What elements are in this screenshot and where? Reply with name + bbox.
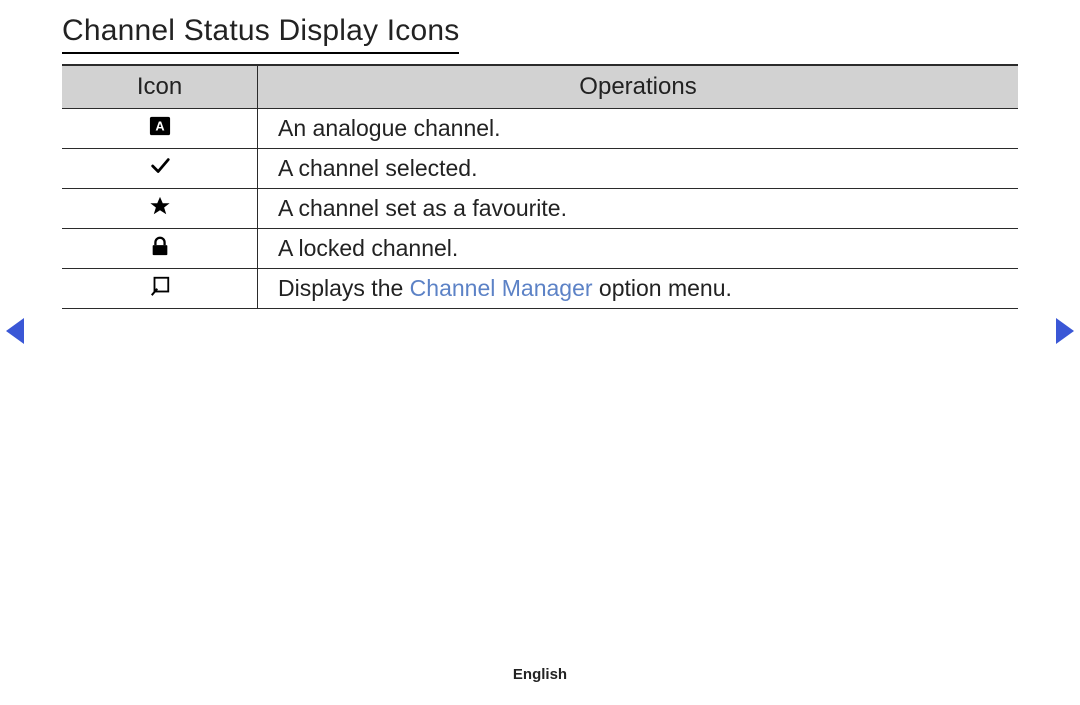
operation-cell: A channel selected. <box>258 149 1018 188</box>
language-label: English <box>0 666 1080 683</box>
table-row: A An analogue channel. <box>62 109 1018 149</box>
analogue-a-icon: A <box>149 117 171 134</box>
option-menu-icon <box>149 277 171 294</box>
operation-text: option menu. <box>593 275 732 301</box>
operation-cell: Displays the Channel Manager option menu… <box>258 269 1018 308</box>
table-row: A channel set as a favourite. <box>62 189 1018 229</box>
icon-cell: A <box>62 109 258 148</box>
icon-cell <box>62 149 258 188</box>
next-page-arrow-icon[interactable] <box>1056 318 1074 344</box>
page-title: Channel Status Display Icons <box>62 14 459 54</box>
operation-cell: A channel set as a favourite. <box>258 189 1018 228</box>
table-header-row: Icon Operations <box>62 66 1018 109</box>
table-row: A locked channel. <box>62 229 1018 269</box>
star-icon <box>149 197 171 214</box>
operation-text: A locked channel. <box>278 235 458 261</box>
operation-cell: An analogue channel. <box>258 109 1018 148</box>
table-row: Displays the Channel Manager option menu… <box>62 269 1018 309</box>
table-header-icon: Icon <box>62 66 258 108</box>
icon-cell <box>62 189 258 228</box>
check-icon <box>149 157 171 174</box>
icon-operations-table: Icon Operations A An analogue channel. A c… <box>62 64 1018 309</box>
operation-text: An analogue channel. <box>278 115 501 141</box>
table-header-operations: Operations <box>258 66 1018 108</box>
table-row: A channel selected. <box>62 149 1018 189</box>
operation-text: Displays the <box>278 275 410 301</box>
icon-cell <box>62 269 258 308</box>
operation-text: A channel selected. <box>278 155 477 181</box>
previous-page-arrow-icon[interactable] <box>6 318 24 344</box>
operation-cell: A locked channel. <box>258 229 1018 268</box>
svg-text:A: A <box>155 119 164 134</box>
channel-manager-link: Channel Manager <box>410 275 593 301</box>
operation-text: A channel set as a favourite. <box>278 195 567 221</box>
lock-icon <box>149 237 171 254</box>
icon-cell <box>62 229 258 268</box>
